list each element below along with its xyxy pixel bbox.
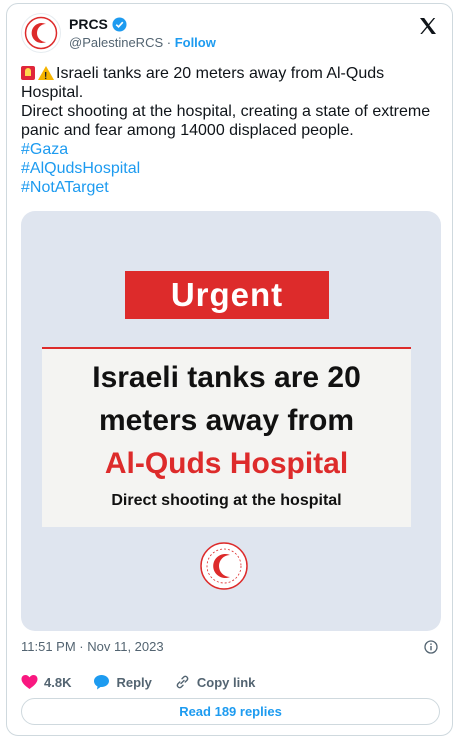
headline-line-3: Al-Quds Hospital — [104, 447, 349, 480]
x-logo-icon[interactable] — [418, 16, 438, 36]
headline-line-1: Israeli tanks are 20 — [92, 361, 361, 394]
follow-button[interactable]: Follow — [175, 35, 216, 50]
copy-link-button[interactable]: Copy link — [174, 674, 256, 690]
headline-panel: Israeli tanks are 20 meters away from Al… — [42, 347, 411, 527]
urgent-badge: Urgent — [125, 271, 329, 319]
tweet-timestamp[interactable]: 11:51 PM · Nov 11, 2023 — [21, 639, 164, 654]
account-handle[interactable]: @PalestineRCS — [69, 35, 163, 50]
headline-subline: Direct shooting at the hospital — [111, 492, 342, 509]
tweet-line-2: Direct shooting at the hospital, creatin… — [21, 103, 431, 139]
headline-line-2: meters away from — [98, 404, 355, 437]
heart-icon — [21, 675, 38, 689]
action-bar: 4.8K Reply Copy link — [21, 674, 277, 690]
handle-separator: · — [163, 35, 175, 50]
reply-label: Reply — [116, 674, 152, 690]
tweet-text: Israeli tanks are 20 meters away from Al… — [21, 64, 441, 197]
info-icon[interactable] — [424, 640, 438, 654]
prcs-seal-logo — [200, 542, 248, 590]
reply-icon — [94, 675, 110, 690]
handle-row: @PalestineRCS · Follow — [69, 35, 216, 50]
siren-icon — [21, 66, 35, 80]
reply-button[interactable]: Reply — [93, 674, 152, 690]
prcs-logo — [24, 16, 58, 50]
account-name-row[interactable]: PRCS — [69, 16, 127, 32]
hashtag-alqudshospital[interactable]: #AlQudsHospital — [21, 159, 441, 178]
tweet-line-1-text: Israeli tanks are 20 meters away from Al… — [21, 65, 385, 101]
hashtag-notatarget[interactable]: #NotATarget — [21, 178, 441, 197]
link-icon — [176, 675, 189, 689]
like-button[interactable]: 4.8K — [21, 674, 71, 690]
verified-badge-icon — [112, 16, 127, 32]
hashtag-gaza[interactable]: #Gaza — [21, 140, 441, 159]
tweet-card: PRCS @PalestineRCS · Follow Israeli tank… — [6, 3, 453, 736]
copy-link-label: Copy link — [196, 674, 256, 690]
like-count: 4.8K — [44, 674, 72, 690]
read-replies-button[interactable]: Read 189 replies — [21, 698, 440, 725]
avatar[interactable] — [21, 13, 61, 53]
account-name[interactable]: PRCS — [69, 16, 108, 32]
tweet-line-1: Israeli tanks are 20 meters away from Al… — [21, 64, 441, 102]
tweet-image[interactable]: Urgent Israeli tanks are 20 meters away … — [21, 211, 441, 631]
warning-icon — [38, 66, 54, 86]
